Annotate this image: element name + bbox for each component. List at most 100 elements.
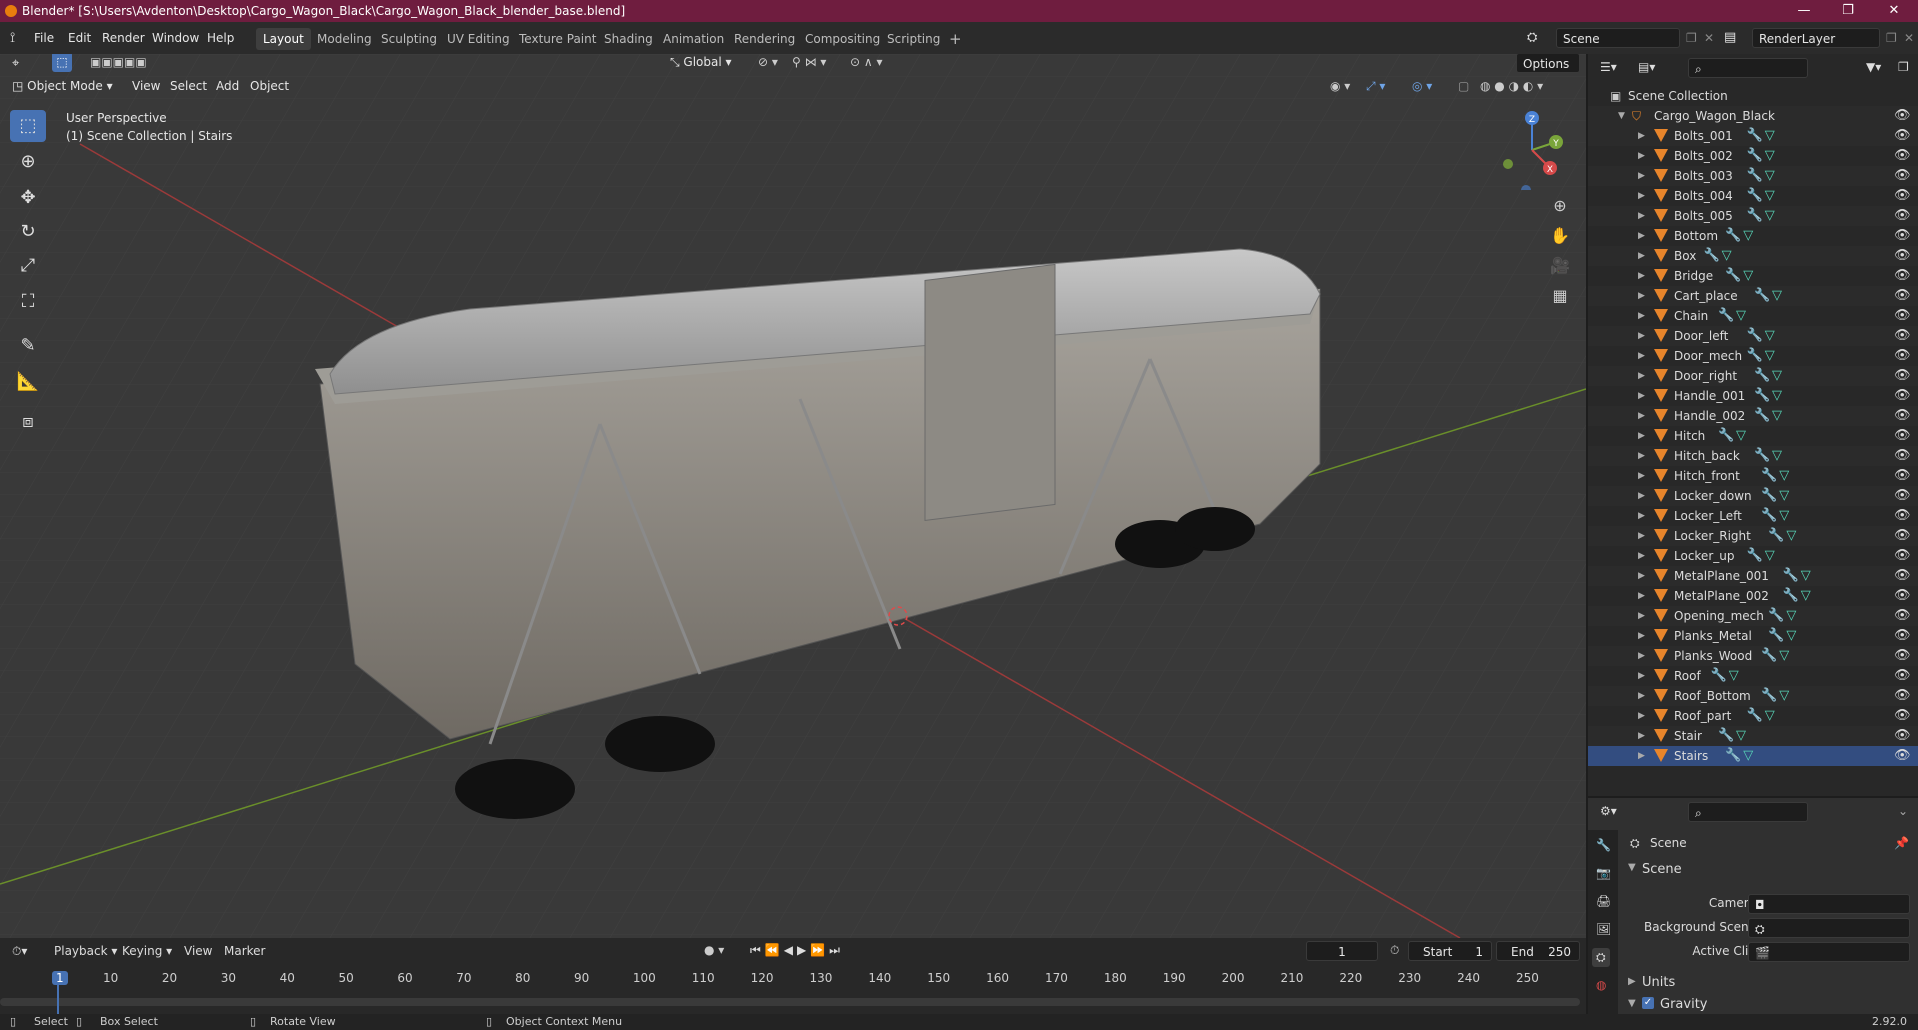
menu-edit[interactable]: Edit xyxy=(68,22,91,54)
mesh-data-icon[interactable]: ▽ xyxy=(1786,626,1796,646)
expand-icon[interactable]: ▶ xyxy=(1638,446,1645,466)
mesh-data-icon[interactable]: ▽ xyxy=(1765,146,1775,166)
delete-renderlayer-icon[interactable]: ✕ xyxy=(1904,22,1914,54)
outliner-row-stairs[interactable]: ▶ Stairs 🔧 ▽ 👁 xyxy=(1588,746,1918,766)
menu-render[interactable]: Render xyxy=(102,22,145,54)
pin-icon[interactable]: 📌 xyxy=(1894,836,1909,850)
tab-rendering[interactable]: Rendering xyxy=(727,28,802,50)
expand-icon[interactable]: ▶ xyxy=(1638,426,1645,446)
mesh-data-icon[interactable]: ▽ xyxy=(1779,506,1789,526)
modifier-icon[interactable]: 🔧 xyxy=(1754,446,1770,466)
outliner-row-box[interactable]: ▶ Box 🔧 ▽ 👁 xyxy=(1588,246,1918,266)
modifier-icon[interactable]: 🔧 xyxy=(1754,406,1770,426)
mesh-data-icon[interactable]: ▽ xyxy=(1765,186,1775,206)
add-menu[interactable]: Add xyxy=(216,76,239,96)
expand-icon[interactable]: ▶ xyxy=(1638,646,1645,666)
renderlayer-field[interactable]: RenderLayer xyxy=(1752,28,1880,48)
mesh-data-icon[interactable]: ▽ xyxy=(1765,346,1775,366)
expand-icon[interactable]: ▶ xyxy=(1638,746,1645,766)
mesh-data-icon[interactable]: ▽ xyxy=(1772,406,1782,426)
active-clip-field[interactable]: 🎬 xyxy=(1748,942,1910,962)
selection-mode-icons[interactable]: ▣▣▣▣▣ xyxy=(90,54,147,72)
playback-menu[interactable]: Playback ▾ xyxy=(54,944,117,958)
outliner-row-roof-part[interactable]: ▶ Roof_part 🔧 ▽ 👁 xyxy=(1588,706,1918,726)
marker-menu[interactable]: Marker xyxy=(224,944,265,958)
select-tool-icon[interactable]: ⬚ xyxy=(52,54,72,72)
modifier-icon[interactable]: 🔧 xyxy=(1704,246,1720,266)
scale-tool[interactable]: ⤢ xyxy=(10,250,46,282)
visibility-eye-icon[interactable]: 👁 xyxy=(1894,286,1911,306)
visibility-eye-icon[interactable]: 👁 xyxy=(1894,206,1911,226)
visibility-eye-icon[interactable]: 👁 xyxy=(1894,146,1911,166)
expand-icon[interactable]: ▶ xyxy=(1638,386,1645,406)
expand-icon[interactable]: ▶ xyxy=(1638,546,1645,566)
visibility-eye-icon[interactable]: 👁 xyxy=(1894,106,1911,126)
tab-scripting[interactable]: Scripting xyxy=(880,28,947,50)
mesh-data-icon[interactable]: ▽ xyxy=(1779,646,1789,666)
outliner-row-bolts-003[interactable]: ▶ Bolts_003 🔧 ▽ 👁 xyxy=(1588,166,1918,186)
expand-icon[interactable]: ▶ xyxy=(1638,506,1645,526)
mesh-data-icon[interactable]: ▽ xyxy=(1743,266,1753,286)
add-cube-tool[interactable]: ⧈ xyxy=(10,406,46,438)
expand-icon[interactable]: ▶ xyxy=(1638,206,1645,226)
display-mode-icon[interactable]: ▤▾ xyxy=(1638,60,1655,74)
mesh-data-icon[interactable]: ▽ xyxy=(1772,446,1782,466)
expand-icon[interactable]: ▶ xyxy=(1638,626,1645,646)
shading-mode-icons[interactable]: ◍ ● ◑ ◐ ▾ xyxy=(1480,76,1543,96)
modifier-icon[interactable]: 🔧 xyxy=(1747,186,1763,206)
mesh-data-icon[interactable]: ▽ xyxy=(1772,286,1782,306)
outliner-row-locker-left[interactable]: ▶ Locker_Left 🔧 ▽ 👁 xyxy=(1588,506,1918,526)
visibility-eye-icon[interactable]: 👁 xyxy=(1894,386,1911,406)
mesh-data-icon[interactable]: ▽ xyxy=(1786,606,1796,626)
transform-orientation-dropdown[interactable]: ⤡ Global ▾ xyxy=(670,54,732,72)
expand-icon[interactable]: ▶ xyxy=(1638,306,1645,326)
expand-icon[interactable]: ▶ xyxy=(1638,606,1645,626)
visibility-eye-icon[interactable]: 👁 xyxy=(1894,446,1911,466)
annotate-tool[interactable]: ✎ xyxy=(10,330,46,362)
mesh-data-icon[interactable]: ▽ xyxy=(1801,586,1811,606)
mesh-data-icon[interactable]: ▽ xyxy=(1736,306,1746,326)
scene-panel-header[interactable]: Scene xyxy=(1642,862,1682,877)
modifier-icon[interactable]: 🔧 xyxy=(1747,326,1763,346)
modifier-icon[interactable]: 🔧 xyxy=(1768,626,1784,646)
3d-viewport[interactable]: ⌖ ⬚ ▣▣▣▣▣ ⤡ Global ▾ ⊘ ▾ ⚲ ⋈ ▾ ⊙ ∧ ▾ Opt… xyxy=(0,54,1586,938)
mesh-data-icon[interactable]: ▽ xyxy=(1736,726,1746,746)
mesh-data-icon[interactable]: ▽ xyxy=(1801,566,1811,586)
mesh-data-icon[interactable]: ▽ xyxy=(1743,226,1753,246)
object-mode-dropdown[interactable]: ◳ Object Mode ▾ xyxy=(12,76,113,96)
outliner-row-locker-right[interactable]: ▶ Locker_Right 🔧 ▽ 👁 xyxy=(1588,526,1918,546)
outliner-row-metalplane-002[interactable]: ▶ MetalPlane_002 🔧 ▽ 👁 xyxy=(1588,586,1918,606)
navigation-gizmo[interactable]: Z Y X xyxy=(1492,110,1572,190)
object-menu[interactable]: Object xyxy=(250,76,289,96)
modifier-icon[interactable]: 🔧 xyxy=(1754,386,1770,406)
visibility-eye-icon[interactable]: 👁 xyxy=(1894,186,1911,206)
tab-uv-editing[interactable]: UV Editing xyxy=(440,28,517,50)
visibility-eye-icon[interactable]: 👁 xyxy=(1894,246,1911,266)
outliner-row-locker-up[interactable]: ▶ Locker_up 🔧 ▽ 👁 xyxy=(1588,546,1918,566)
mesh-data-icon[interactable]: ▽ xyxy=(1786,526,1796,546)
expand-icon[interactable]: ▶ xyxy=(1638,466,1645,486)
outliner-row-bolts-001[interactable]: ▶ Bolts_001 🔧 ▽ 👁 xyxy=(1588,126,1918,146)
end-frame-field[interactable]: End 250 xyxy=(1496,941,1580,961)
visibility-eye-icon[interactable]: 👁 xyxy=(1894,266,1911,286)
modifier-icon[interactable]: 🔧 xyxy=(1768,606,1784,626)
modifier-icon[interactable]: 🔧 xyxy=(1747,346,1763,366)
outliner-row-roof[interactable]: ▶ Roof 🔧 ▽ 👁 xyxy=(1588,666,1918,686)
measure-tool[interactable]: 📐 xyxy=(10,366,46,398)
modifier-icon[interactable]: 🔧 xyxy=(1747,546,1763,566)
view-layer-tab-icon[interactable]: 🖼 xyxy=(1596,922,1611,936)
modifier-icon[interactable]: 🔧 xyxy=(1725,226,1741,246)
outliner-row-cart-place[interactable]: ▶ Cart_place 🔧 ▽ 👁 xyxy=(1588,286,1918,306)
visibility-eye-icon[interactable]: 👁 xyxy=(1894,606,1911,626)
modifier-icon[interactable]: 🔧 xyxy=(1718,306,1734,326)
outliner-editor-icon[interactable]: ☰▾ xyxy=(1600,60,1617,74)
outliner-row-door-mech[interactable]: ▶ Door_mech 🔧 ▽ 👁 xyxy=(1588,346,1918,366)
menu-window[interactable]: Window xyxy=(152,22,199,54)
mesh-data-icon[interactable]: ▽ xyxy=(1765,706,1775,726)
expand-icon[interactable]: ▶ xyxy=(1638,406,1645,426)
mesh-data-icon[interactable]: ▽ xyxy=(1765,166,1775,186)
scene-selector-icon[interactable]: ⛭ xyxy=(1527,22,1537,54)
units-panel-header[interactable]: Units xyxy=(1642,975,1675,990)
tab-animation[interactable]: Animation xyxy=(656,28,731,50)
outliner-row-handle-002[interactable]: ▶ Handle_002 🔧 ▽ 👁 xyxy=(1588,406,1918,426)
